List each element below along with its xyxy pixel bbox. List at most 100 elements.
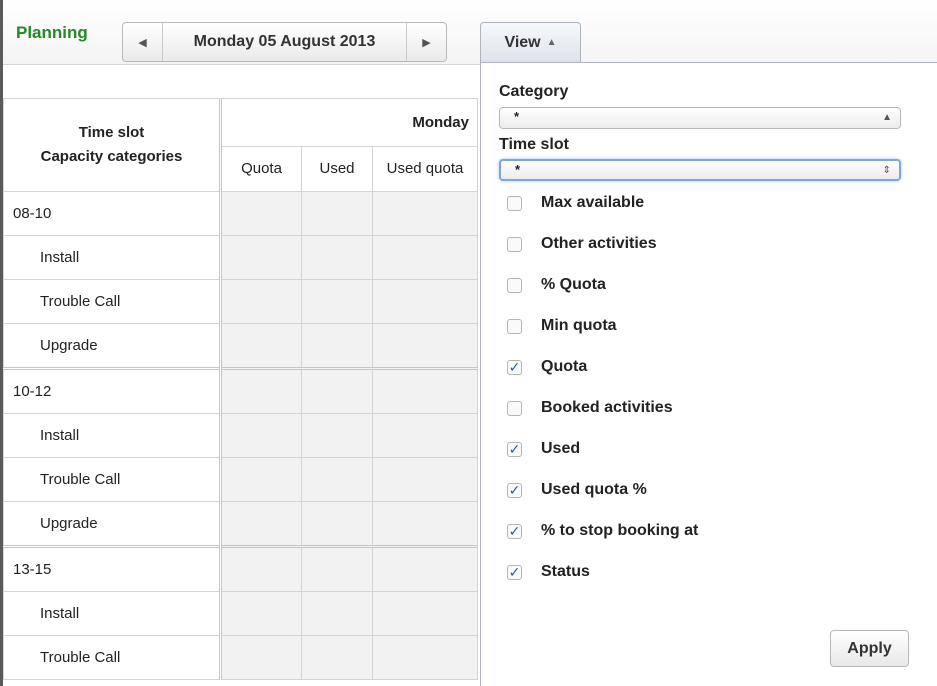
option-label: Booked activities bbox=[541, 399, 673, 416]
grid-cell-quota[interactable] bbox=[220, 457, 302, 502]
table-row: Upgrade bbox=[3, 323, 478, 369]
option-label: Status bbox=[541, 563, 590, 580]
checkmark-icon: ✓ bbox=[508, 564, 521, 580]
table-row: Install bbox=[3, 591, 478, 636]
grid-cell-used-quota[interactable] bbox=[372, 545, 478, 592]
grid-cell-used[interactable] bbox=[301, 413, 373, 458]
grid-cell-used-quota[interactable] bbox=[372, 367, 478, 414]
previous-day-button[interactable]: ◀ bbox=[123, 23, 162, 61]
option-checkbox[interactable]: ✓ bbox=[507, 482, 522, 498]
time-slot-label: Time slot bbox=[499, 136, 569, 153]
grid-cell-used-quota[interactable] bbox=[372, 235, 478, 280]
grid-cell-used-quota[interactable] bbox=[372, 457, 478, 502]
capacity-category-cell: Upgrade bbox=[3, 501, 222, 547]
grid-cell-used[interactable] bbox=[301, 457, 373, 502]
time-slot-select[interactable]: * ⇕ bbox=[499, 159, 901, 181]
checkmark-icon: ✓ bbox=[508, 441, 521, 457]
grid-cell-quota[interactable] bbox=[220, 591, 302, 636]
option-item[interactable]: % Quota bbox=[507, 274, 606, 296]
triangle-up-icon: ▲ bbox=[546, 37, 557, 48]
grid-cell-used-quota[interactable] bbox=[372, 323, 478, 369]
grid-cell-used-quota[interactable] bbox=[372, 591, 478, 636]
grid-cell-used-quota[interactable] bbox=[372, 413, 478, 458]
option-label: % Quota bbox=[541, 276, 606, 293]
option-label: Max available bbox=[541, 194, 645, 211]
grid-cell-used[interactable] bbox=[301, 235, 373, 280]
table-row: 08-10 bbox=[3, 191, 478, 236]
option-checkbox[interactable] bbox=[507, 277, 522, 293]
checkmark-icon: ✓ bbox=[508, 523, 521, 539]
grid-cell-quota[interactable] bbox=[220, 191, 302, 236]
next-day-button[interactable]: ▶ bbox=[407, 23, 446, 61]
option-checkbox[interactable]: ✓ bbox=[507, 564, 522, 580]
option-checkbox[interactable] bbox=[507, 318, 522, 334]
option-label: Quota bbox=[541, 358, 588, 375]
view-options-panel: Category * ▲︎ Time slot * ⇕ Max availabl… bbox=[480, 62, 937, 686]
time-slot-cell: 10-12 bbox=[3, 367, 222, 414]
grid-cell-quota[interactable] bbox=[220, 279, 302, 324]
option-label: Used quota % bbox=[541, 481, 647, 498]
column-header-quota: Quota bbox=[220, 145, 302, 192]
grid-cell-used-quota[interactable] bbox=[372, 501, 478, 547]
grid-cell-used-quota[interactable] bbox=[372, 279, 478, 324]
capacity-grid: Time slot Capacity categories Monday Quo… bbox=[3, 98, 478, 680]
grid-cell-used[interactable] bbox=[301, 635, 373, 680]
option-item[interactable]: ✓ % to stop booking at bbox=[507, 520, 698, 542]
category-label: Category bbox=[499, 83, 569, 100]
grid-cell-used[interactable] bbox=[301, 545, 373, 592]
grid-cell-used[interactable] bbox=[301, 501, 373, 547]
apply-button[interactable]: Apply bbox=[830, 630, 909, 667]
option-item[interactable]: Max available bbox=[507, 192, 644, 214]
option-checkbox[interactable]: ✓ bbox=[507, 523, 522, 539]
option-item[interactable]: ✓ Used bbox=[507, 438, 580, 460]
planning-title[interactable]: Planning bbox=[16, 23, 88, 43]
capacity-categories-header: Capacity categories bbox=[40, 148, 183, 165]
table-row: Install bbox=[3, 413, 478, 458]
table-row: Trouble Call bbox=[3, 457, 478, 502]
grid-cell-quota[interactable] bbox=[220, 235, 302, 280]
option-item[interactable]: ✓ Used quota % bbox=[507, 479, 647, 501]
category-select[interactable]: * ▲︎ bbox=[499, 107, 901, 129]
grid-cell-used[interactable] bbox=[301, 367, 373, 414]
option-checkbox[interactable] bbox=[507, 195, 522, 211]
select-arrows-icon: ⇕ bbox=[882, 165, 891, 176]
option-item[interactable]: ✓ Quota bbox=[507, 356, 587, 378]
grid-cell-used[interactable] bbox=[301, 323, 373, 369]
table-row: 10-12 bbox=[3, 367, 478, 414]
grid-cell-used-quota[interactable] bbox=[372, 191, 478, 236]
grid-cell-used[interactable] bbox=[301, 279, 373, 324]
grid-cell-used-quota[interactable] bbox=[372, 635, 478, 680]
grid-cell-used[interactable] bbox=[301, 591, 373, 636]
option-label: Other activities bbox=[541, 235, 657, 252]
current-date[interactable]: Monday 05 August 2013 bbox=[162, 23, 407, 61]
view-button-label: View bbox=[504, 33, 541, 51]
table-row: Trouble Call bbox=[3, 635, 478, 680]
option-checkbox[interactable] bbox=[507, 236, 522, 252]
checkmark-icon: ✓ bbox=[508, 359, 521, 375]
option-label: Used bbox=[541, 440, 581, 457]
grid-corner-header: Time slot Capacity categories bbox=[3, 98, 222, 192]
select-arrows-icon: ▲︎ bbox=[882, 112, 892, 123]
option-item[interactable]: ✓ Status bbox=[507, 561, 590, 583]
grid-cell-quota[interactable] bbox=[220, 323, 302, 369]
time-slot-cell: 13-15 bbox=[3, 545, 222, 592]
grid-cell-quota[interactable] bbox=[220, 413, 302, 458]
view-button[interactable]: View ▲ bbox=[480, 22, 581, 62]
grid-cell-quota[interactable] bbox=[220, 635, 302, 680]
time-slot-cell: 08-10 bbox=[3, 191, 222, 236]
option-checkbox[interactable]: ✓ bbox=[507, 441, 522, 457]
grid-cell-used[interactable] bbox=[301, 191, 373, 236]
column-header-used-quota: Used quota bbox=[372, 145, 478, 192]
grid-cell-quota[interactable] bbox=[220, 545, 302, 592]
time-slot-header: Time slot bbox=[78, 124, 145, 141]
option-item[interactable]: Booked activities bbox=[507, 397, 673, 419]
option-checkbox[interactable] bbox=[507, 400, 522, 416]
capacity-category-cell: Upgrade bbox=[3, 323, 222, 369]
option-item[interactable]: Other activities bbox=[507, 233, 657, 255]
option-item[interactable]: Min quota bbox=[507, 315, 617, 337]
option-checkbox[interactable]: ✓ bbox=[507, 359, 522, 375]
grid-cell-quota[interactable] bbox=[220, 501, 302, 547]
grid-cell-quota[interactable] bbox=[220, 367, 302, 414]
capacity-category-cell: Trouble Call bbox=[3, 457, 222, 502]
triangle-left-icon: ◀ bbox=[138, 36, 147, 49]
